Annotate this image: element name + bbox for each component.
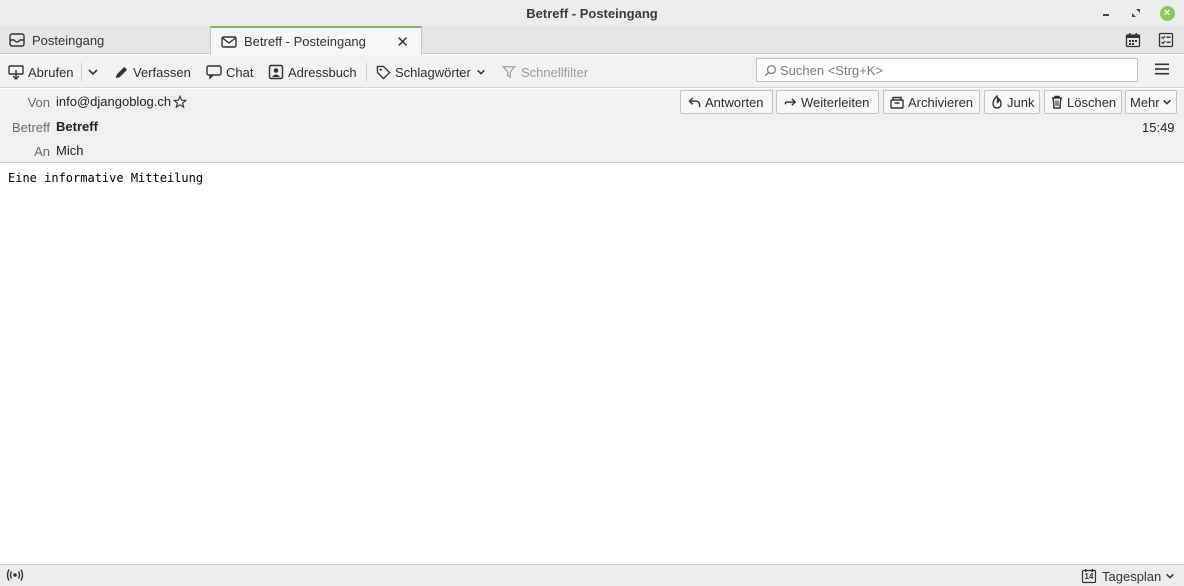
today-pane-label: Tagesplan [1102,568,1162,584]
calendar-day-icon: 14 [1081,568,1097,584]
write-button[interactable]: Verfassen [113,61,191,83]
close-tab-icon[interactable]: ✕ [396,33,409,51]
title-bar: Betreff - Posteingang × [0,0,1184,26]
forward-label: Weiterleiten [801,94,870,110]
filter-icon [501,64,517,80]
minimize-icon [1103,14,1109,16]
toolbar-divider [366,63,367,81]
from-field: info@djangoblog.ch [56,94,188,109]
download-icon [8,64,24,80]
address-book-label: Adressbuch [288,64,357,80]
get-messages-dropdown[interactable] [85,61,105,83]
envelope-icon [220,34,238,50]
archive-button[interactable]: Archivieren [883,90,980,114]
reply-arrow-icon [687,95,701,109]
trash-icon [1051,95,1063,109]
hamburger-icon [1155,63,1169,75]
forward-button[interactable]: Weiterleiten [776,90,879,114]
pencil-icon [113,64,129,80]
quick-filter-button[interactable]: Schnellfilter [501,61,588,83]
tab-bar: Posteingang Betreff - Posteingang ✕ [0,26,1184,55]
message-header: Von info@djangoblog.ch Betreff Betreff 1… [0,89,1184,163]
reply-label: Antworten [705,94,764,110]
delete-button[interactable]: Löschen [1044,90,1122,114]
close-window-button[interactable]: × [1158,4,1176,22]
search-icon [763,63,777,77]
from-label: Von [27,95,50,110]
junk-button[interactable]: Junk [984,90,1040,114]
tab-label: Posteingang [32,32,105,48]
tab-inbox[interactable]: Posteingang [0,26,210,54]
tags-button[interactable]: Schlagwörter [375,61,489,83]
chevron-down-icon [473,64,489,80]
search-placeholder: Suchen <Strg+K> [780,62,883,78]
chevron-down-icon [1162,97,1172,107]
status-bar: 14 Tagesplan [0,564,1184,586]
window-title: Betreff - Posteingang [526,6,658,21]
maximize-button[interactable] [1127,4,1145,22]
toolbar-divider [81,63,82,81]
chevron-down-icon [1165,571,1175,581]
to-value[interactable]: Mich [56,143,83,158]
address-book-button[interactable]: Adressbuch [268,61,357,83]
flame-icon [991,95,1003,109]
from-address[interactable]: info@djangoblog.ch [56,94,171,109]
search-input[interactable]: Suchen <Strg+K> [756,58,1138,82]
chat-label: Chat [226,64,254,80]
get-messages-button[interactable]: Abrufen [8,61,74,83]
close-icon: × [1159,5,1175,21]
subject-label: Betreff [11,120,50,135]
chat-button[interactable]: Chat [206,61,253,83]
calendar-day-number: 14 [1084,572,1094,581]
message-body: Eine informative Mitteilung [8,171,204,185]
more-label: Mehr [1130,94,1160,110]
chat-bubble-icon [206,64,222,80]
junk-label: Junk [1007,94,1035,110]
minimize-button[interactable] [1098,4,1116,22]
more-button[interactable]: Mehr [1125,90,1177,114]
archive-box-icon [890,95,904,109]
quick-filter-label: Schnellfilter [521,64,589,80]
tab-label: Betreff - Posteingang [244,34,366,49]
tag-icon [375,64,391,80]
archive-label: Archivieren [908,94,974,110]
app-menu-button[interactable] [1154,62,1172,78]
reply-button[interactable]: Antworten [680,90,773,114]
inbox-icon [8,32,26,48]
forward-arrow-icon [783,95,797,109]
maximize-icon [1132,9,1140,17]
get-messages-label: Abrufen [28,64,74,80]
chevron-down-icon [85,64,101,80]
calendar-tab-icon[interactable] [1124,31,1142,49]
star-icon[interactable] [173,94,188,109]
online-status-icon[interactable] [6,568,24,584]
tab-message[interactable]: Betreff - Posteingang ✕ [210,26,422,55]
delete-label: Löschen [1067,94,1117,110]
today-pane-toggle[interactable]: 14 Tagesplan [1081,568,1175,584]
subject-value: Betreff [56,119,98,134]
message-time: 15:49 [1142,120,1175,135]
to-label: An [34,144,50,159]
tasks-tab-icon[interactable] [1157,31,1175,49]
tags-label: Schlagwörter [395,64,471,80]
write-label: Verfassen [133,64,191,80]
address-book-icon [268,64,284,80]
